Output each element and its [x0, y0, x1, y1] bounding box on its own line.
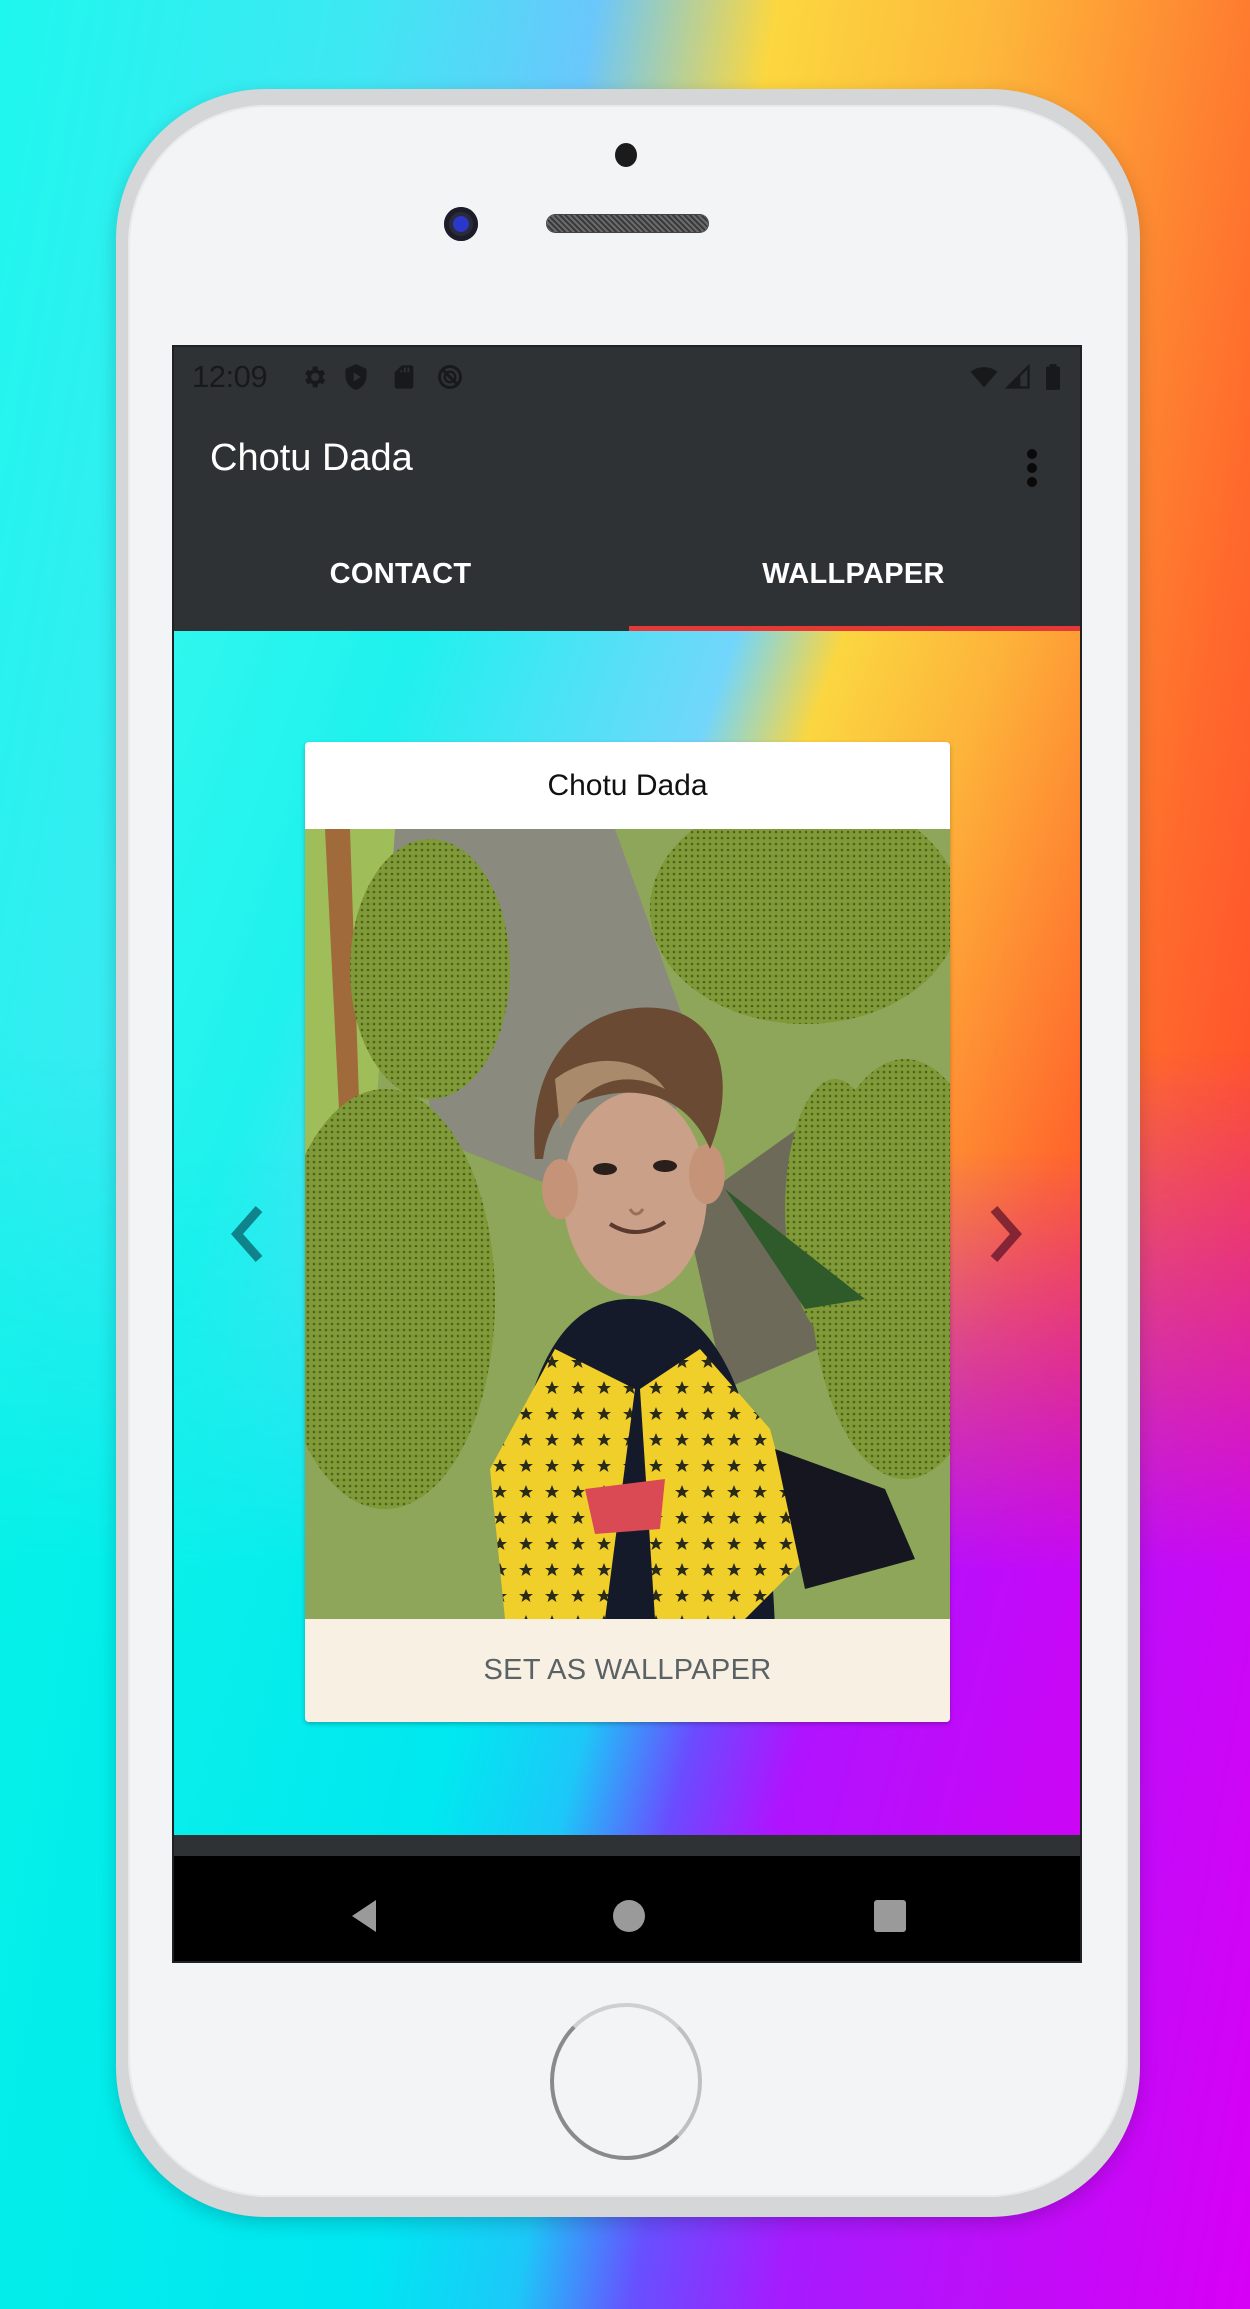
earpiece-speaker	[547, 215, 708, 232]
status-time: 12:09	[192, 359, 268, 394]
set-as-wallpaper-button[interactable]: SET AS WALLPAPER	[305, 1619, 950, 1722]
device-screen: 12:09 Chotu Dada CONTACT WALLPAPER Chotu…	[172, 345, 1082, 1963]
chevron-right-icon[interactable]	[974, 1199, 1034, 1269]
battery-icon	[1046, 364, 1060, 390]
wallpaper-card: Chotu Dada SET AS WALLPAPER	[305, 742, 950, 1722]
card-title: Chotu Dada	[547, 768, 708, 802]
shield-play-icon	[345, 364, 367, 390]
tab-bar: CONTACT WALLPAPER	[174, 517, 1080, 632]
tab-wallpaper-label: WALLPAPER	[762, 558, 945, 590]
tab-wallpaper[interactable]: WALLPAPER	[627, 517, 1080, 632]
front-camera	[444, 207, 478, 241]
gear-icon	[305, 366, 326, 388]
wifi-icon	[970, 367, 998, 388]
system-nav-bar	[174, 1856, 1080, 1961]
sd-card-icon	[394, 365, 414, 389]
status-bar: 12:09	[174, 347, 1080, 405]
app-title: Chotu Dada	[210, 437, 413, 479]
cell-signal-icon	[1004, 363, 1030, 389]
phone-home-button[interactable]	[550, 2003, 702, 2160]
back-icon[interactable]	[344, 1898, 384, 1934]
proximity-sensor	[615, 143, 637, 167]
recents-icon[interactable]	[870, 1898, 910, 1934]
tab-contact-label: CONTACT	[329, 558, 472, 590]
app-bar: Chotu Dada	[174, 405, 1080, 517]
home-icon[interactable]	[609, 1898, 649, 1934]
chevron-left-icon[interactable]	[219, 1199, 279, 1269]
more-vert-icon[interactable]	[1012, 443, 1052, 493]
wallpaper-pager: Chotu Dada SET AS WALLPAPER	[174, 631, 1080, 1835]
no-sync-circle-icon	[438, 365, 462, 389]
wallpaper-photo-illustration	[305, 829, 950, 1619]
tab-contact[interactable]: CONTACT	[174, 517, 627, 632]
wallpaper-image[interactable]	[305, 829, 950, 1619]
bottom-divider	[174, 1835, 1080, 1856]
